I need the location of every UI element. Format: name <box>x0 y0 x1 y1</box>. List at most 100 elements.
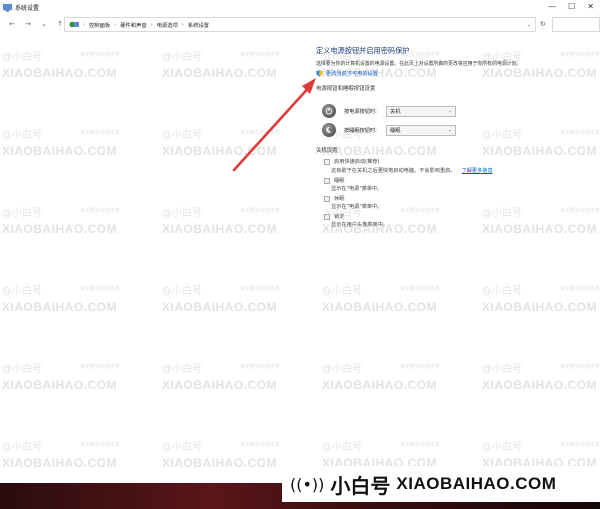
address-bar[interactable]: › 控制面板 › 硬件和声音 › 电源选项 › 系统设置 ⌄ <box>64 17 536 32</box>
watermark-text: @小白号 <box>162 52 202 63</box>
watermark-domain: XIAOBAIHAO.COM <box>482 144 597 158</box>
main-content: @小白号 来访要多科技发表 XIAOBAIHAO.COM @小白号 来访要多科技发表 XI… <box>0 34 600 483</box>
sleep-label: 睡眠 <box>334 178 345 184</box>
watermark-text: @小白号 <box>162 130 202 141</box>
watermark-subtext: 来访要多科技发表 <box>80 364 121 370</box>
close-button[interactable]: ✕ <box>587 2 594 11</box>
chevron-down-icon: ⌄ <box>448 127 452 133</box>
hibernate-option[interactable]: 休眠 <box>324 195 344 202</box>
hibernate-checkbox[interactable] <box>324 195 330 202</box>
watermark-subtext: 来访要多科技发表 <box>240 286 281 292</box>
system-settings-icon <box>3 3 12 12</box>
watermark-layer: @小白号 来访要多科技发表 XIAOBAIHAO.COM @小白号 来访要多科技发表 XI… <box>0 34 600 483</box>
lock-option[interactable]: 锁定 <box>324 213 344 220</box>
sleep-button-action-value: 睡眠 <box>390 127 401 134</box>
window-title: 系统设置 <box>15 4 40 12</box>
watermark-domain: XIAOBAIHAO.COM <box>482 378 597 392</box>
watermark-domain: XIAOBAIHAO.COM <box>162 300 277 314</box>
fast-startup-checkbox[interactable] <box>324 158 330 165</box>
hibernate-label: 休眠 <box>334 196 345 202</box>
watermark-domain: XIAOBAIHAO.COM <box>162 66 277 80</box>
back-button[interactable]: ← <box>8 20 16 28</box>
sleep-button-row: 按睡眠按钮时: 睡眠 ⌄ <box>322 123 456 137</box>
watermark-domain: XIAOBAIHAO.COM <box>2 456 117 470</box>
watermark-text: @小白号 <box>162 442 202 453</box>
page-description: 选择要为你的计算机设置的电源设置。在此页上对设置所做的更改将应用于你所有的电源计… <box>316 61 522 67</box>
address-dropdown-icon[interactable]: ⌄ <box>527 22 531 28</box>
watermark-subtext: 来访要多科技发表 <box>400 208 441 214</box>
watermark-subtext: 来访要多科技发表 <box>560 130 600 136</box>
watermark-subtext: 来访要多科技发表 <box>80 130 121 136</box>
search-input[interactable] <box>552 17 600 32</box>
recent-locations-button[interactable]: ⌄ <box>40 20 48 28</box>
power-button-icon <box>322 104 336 118</box>
watermark-text: @小白号 <box>2 52 42 63</box>
broadcast-icon: ((•)) <box>290 474 325 494</box>
sleep-option[interactable]: 睡眠 <box>324 177 344 184</box>
watermark-subtext: 来访要多科技发表 <box>560 52 600 58</box>
change-unavailable-settings-link[interactable]: 更改当前不可用的设置 <box>316 70 378 77</box>
breadcrumb-separator: › <box>114 21 117 28</box>
up-button[interactable]: ↑ <box>56 20 64 28</box>
sleep-checkbox[interactable] <box>324 177 330 184</box>
brand-name-cn: 小白号 <box>330 473 391 498</box>
breadcrumb-control-panel[interactable]: 控制面板 <box>89 21 110 29</box>
watermark-subtext: 来访要多科技发表 <box>560 364 600 370</box>
uac-shield-icon <box>316 70 323 77</box>
watermark-subtext: 来访要多科技发表 <box>240 364 281 370</box>
sleep-button-icon <box>322 123 336 137</box>
power-button-action-select[interactable]: 关机 ⌄ <box>386 105 456 117</box>
power-buttons-section-title: 电源按钮和睡眠按钮设置 <box>316 86 376 92</box>
watermark-subtext: 来访要多科技发表 <box>560 208 600 214</box>
control-panel-icon <box>69 21 79 28</box>
watermark-domain: XIAOBAIHAO.COM <box>322 378 437 392</box>
fast-startup-option[interactable]: 启用快速启动(推荐) <box>324 158 380 165</box>
watermark-text: @小白号 <box>2 130 42 141</box>
watermark-text: @小白号 <box>482 130 522 141</box>
sleep-button-label: 按睡眠按钮时: <box>344 127 377 134</box>
page-title: 定义电源按钮并启用密码保护 <box>316 46 410 55</box>
watermark-subtext: 来访要多科技发表 <box>400 286 441 292</box>
watermark-text: @小白号 <box>2 364 42 375</box>
sleep-description: 显示在"电源"菜单中。 <box>331 186 383 192</box>
forward-button[interactable]: → <box>24 20 32 28</box>
watermark-subtext: 来访要多科技发表 <box>400 364 441 370</box>
lock-checkbox[interactable] <box>324 213 330 220</box>
watermark-text: @小白号 <box>322 286 362 297</box>
watermark-domain: XIAOBAIHAO.COM <box>482 66 597 80</box>
watermark-text: @小白号 <box>322 442 362 453</box>
watermark-text: @小白号 <box>2 286 42 297</box>
watermark-subtext: 来访要多科技发表 <box>80 208 121 214</box>
fast-startup-label: 启用快速启动(推荐) <box>334 159 380 165</box>
breadcrumb-separator: › <box>83 21 85 28</box>
watermark-text: @小白号 <box>482 286 522 297</box>
minimize-button[interactable]: — <box>548 2 556 11</box>
sleep-button-action-select[interactable]: 睡眠 ⌄ <box>386 124 456 136</box>
watermark-subtext: 来访要多科技发表 <box>240 442 281 448</box>
watermark-text: @小白号 <box>482 442 522 453</box>
change-link-label: 更改当前不可用的设置 <box>326 71 378 77</box>
power-button-row: 按电源按钮时: 关机 ⌄ <box>322 104 456 118</box>
watermark-subtext: 来访要多科技发表 <box>80 52 121 58</box>
watermark-text: @小白号 <box>162 286 202 297</box>
lock-label: 锁定 <box>334 214 345 220</box>
watermark-subtext: 来访要多科技发表 <box>240 208 281 214</box>
watermark-domain: XIAOBAIHAO.COM <box>2 300 117 314</box>
maximize-button[interactable]: ☐ <box>568 2 575 11</box>
shutdown-section-title: 关机设置 <box>316 148 338 154</box>
watermark-subtext: 来访要多科技发表 <box>560 442 600 448</box>
watermark-subtext: 来访要多科技发表 <box>400 442 441 448</box>
title-bar: 系统设置 — ☐ ✕ <box>0 0 600 14</box>
breadcrumb-system-settings[interactable]: 系统设置 <box>188 21 209 29</box>
learn-more-link[interactable]: 了解更多信息 <box>462 168 493 174</box>
breadcrumb-hardware-sound[interactable]: 硬件和声音 <box>120 21 147 29</box>
brand-watermark: ((•)) 小白号 XIAOBAIHAO.COM <box>282 466 600 502</box>
watermark-domain: XIAOBAIHAO.COM <box>2 66 117 80</box>
hibernate-description: 显示在"电源"菜单中。 <box>331 204 383 210</box>
fast-startup-desc-text: 这有助于在关机之后更快地启动电脑。不会影响重启。 <box>331 168 456 174</box>
refresh-button[interactable]: ↻ <box>540 20 546 28</box>
fast-startup-description: 这有助于在关机之后更快地启动电脑。不会影响重启。 了解更多信息 <box>331 167 493 174</box>
watermark-domain: XIAOBAIHAO.COM <box>162 222 277 236</box>
brand-name-en: XIAOBAIHAO.COM <box>396 474 557 493</box>
breadcrumb-power-options[interactable]: 电源选项 <box>157 21 178 29</box>
